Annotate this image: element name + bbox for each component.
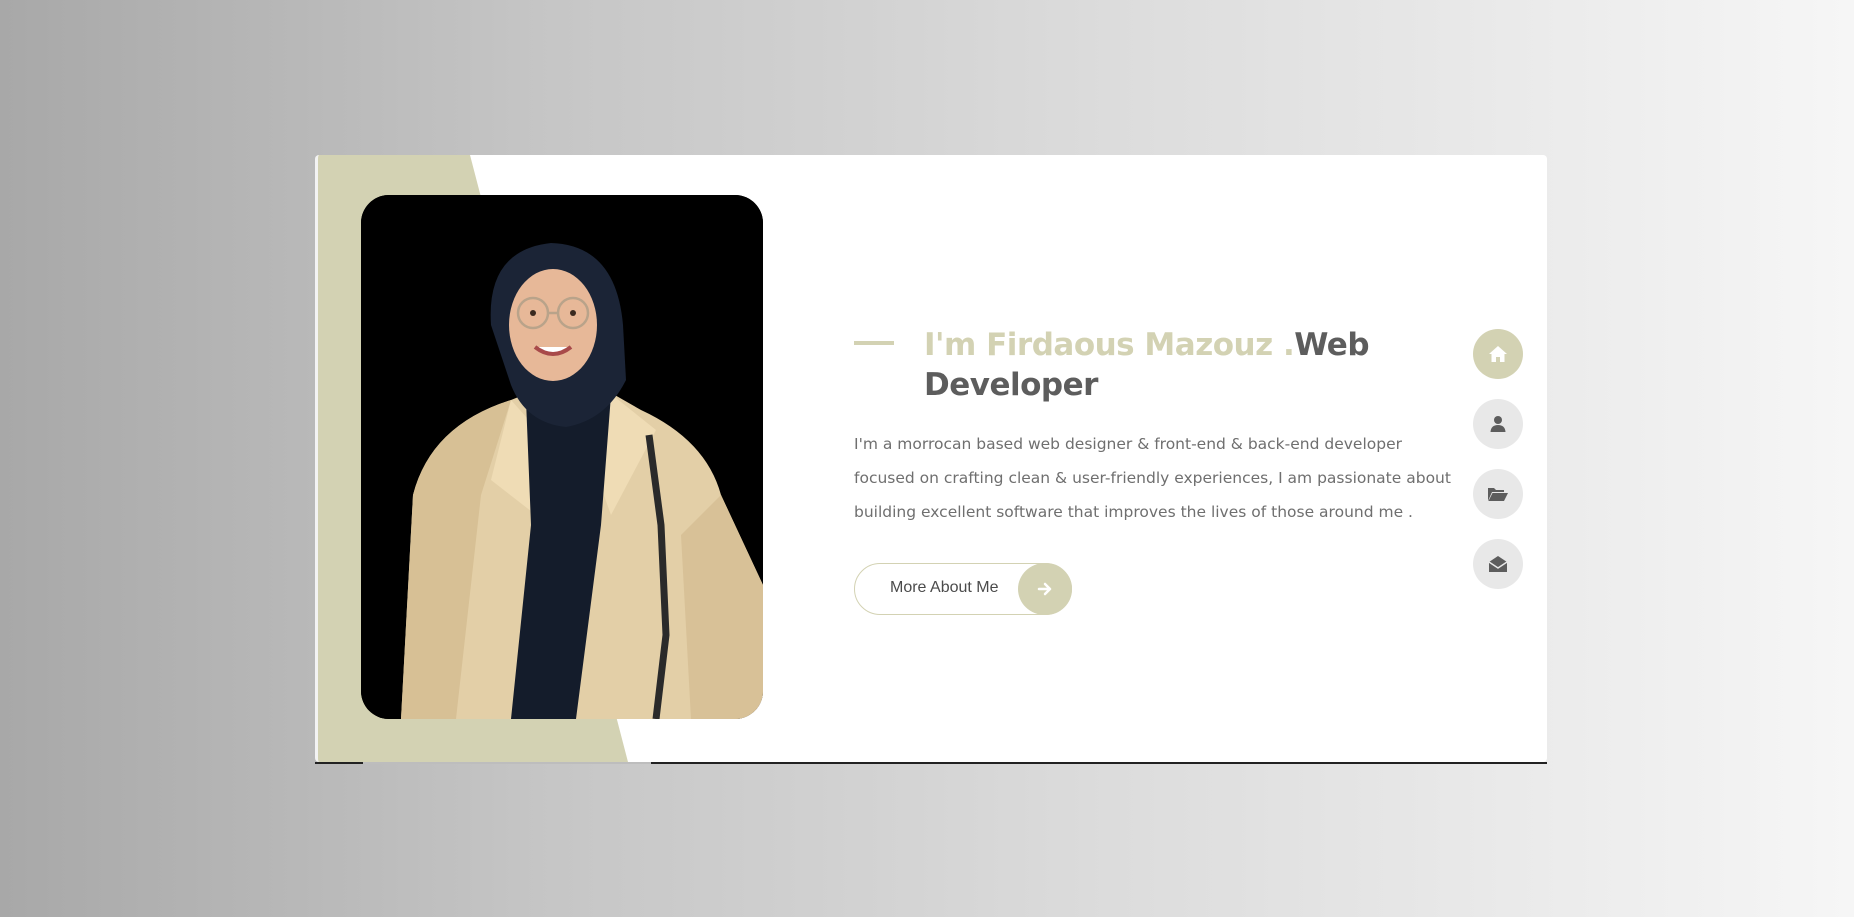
- envelope-open-icon: [1488, 556, 1508, 572]
- arrow-right-icon: [1018, 563, 1072, 615]
- hero-content: I'm Firdaous Mazouz .Web Developer I'm a…: [854, 325, 1454, 615]
- hero-description: I'm a morrocan based web designer & fron…: [854, 435, 1451, 521]
- side-nav: [1473, 329, 1523, 609]
- title-name: I'm Firdaous Mazouz .: [924, 327, 1295, 363]
- portrait-image: [361, 195, 763, 719]
- nav-portfolio-button[interactable]: [1473, 469, 1523, 519]
- folder-open-icon: [1488, 488, 1508, 501]
- page-title: I'm Firdaous Mazouz .Web Developer: [924, 325, 1454, 405]
- title-row: I'm Firdaous Mazouz .Web Developer: [854, 325, 1454, 405]
- user-icon: [1490, 416, 1506, 432]
- home-icon: [1489, 346, 1507, 362]
- nav-home-button[interactable]: [1473, 329, 1523, 379]
- hero-card: I'm Firdaous Mazouz .Web Developer I'm a…: [315, 155, 1547, 762]
- card-bottom-border: [315, 762, 1547, 764]
- title-dash: [854, 341, 894, 345]
- profile-photo: [361, 195, 763, 719]
- more-about-me-label: More About Me: [890, 579, 999, 596]
- nav-contact-button[interactable]: [1473, 539, 1523, 589]
- nav-about-button[interactable]: [1473, 399, 1523, 449]
- more-about-me-button[interactable]: More About Me: [854, 563, 1072, 615]
